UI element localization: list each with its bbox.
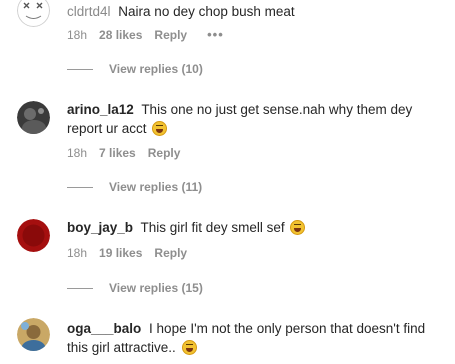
avatar[interactable] <box>17 219 50 252</box>
sketch-face-avatar-icon <box>17 0 50 27</box>
reply-button[interactable]: Reply <box>154 28 187 42</box>
comment-body: Naira no dey chop bush meat <box>118 4 295 19</box>
username[interactable]: boy_jay_b <box>67 220 133 235</box>
comment-meta: 18h 28 likes Reply ••• <box>67 27 224 42</box>
view-replies-label: View replies (10) <box>109 62 203 76</box>
view-replies-button[interactable]: View replies (11) <box>67 180 202 194</box>
likes-count[interactable]: 7 likes <box>99 146 136 160</box>
laughing-emoji-icon <box>152 121 168 136</box>
comment-meta: 18h 19 likes Reply <box>67 246 187 260</box>
username[interactable]: cldrtd4l <box>67 4 111 19</box>
comment-meta: 18h 7 likes Reply <box>67 146 180 160</box>
view-replies-button[interactable]: View replies (15) <box>67 281 203 295</box>
divider-line <box>67 68 93 70</box>
avatar[interactable] <box>17 101 50 134</box>
timestamp: 18h <box>67 246 88 260</box>
view-replies-label: View replies (11) <box>109 180 203 194</box>
divider-line <box>67 186 93 188</box>
reply-button[interactable]: Reply <box>148 146 181 160</box>
laughing-emoji-icon <box>290 220 306 235</box>
more-options-icon[interactable]: ••• <box>207 27 224 42</box>
comment-text: cldrtd4l Naira no dey chop bush meat <box>67 2 447 21</box>
divider-line <box>67 287 93 289</box>
likes-count[interactable]: 19 likes <box>99 246 142 260</box>
comment-feed: cldrtd4l Naira no dey chop bush meat 18h… <box>0 0 455 364</box>
comment-body: This girl fit dey smell sef <box>140 220 285 235</box>
laughing-emoji-icon <box>181 340 197 355</box>
view-replies-label: View replies (15) <box>109 281 203 295</box>
timestamp: 18h <box>67 146 88 160</box>
username[interactable]: arino_la12 <box>67 102 134 117</box>
view-replies-button[interactable]: View replies (10) <box>67 62 203 76</box>
photo-avatar-icon <box>17 101 50 134</box>
red-circle-avatar-icon <box>17 219 50 252</box>
avatar[interactable] <box>17 0 50 27</box>
timestamp: 18h <box>67 27 88 42</box>
comment-text: oga___balo I hope I'm not the only perso… <box>67 319 447 357</box>
comment-text: boy_jay_b This girl fit dey smell sef <box>67 218 447 237</box>
photo-avatar-icon <box>17 318 50 351</box>
comment-text: arino_la12 This one no just get sense.na… <box>67 100 447 138</box>
reply-button[interactable]: Reply <box>154 246 187 260</box>
username[interactable]: oga___balo <box>67 321 141 336</box>
avatar[interactable] <box>17 318 50 351</box>
likes-count[interactable]: 28 likes <box>99 28 142 42</box>
